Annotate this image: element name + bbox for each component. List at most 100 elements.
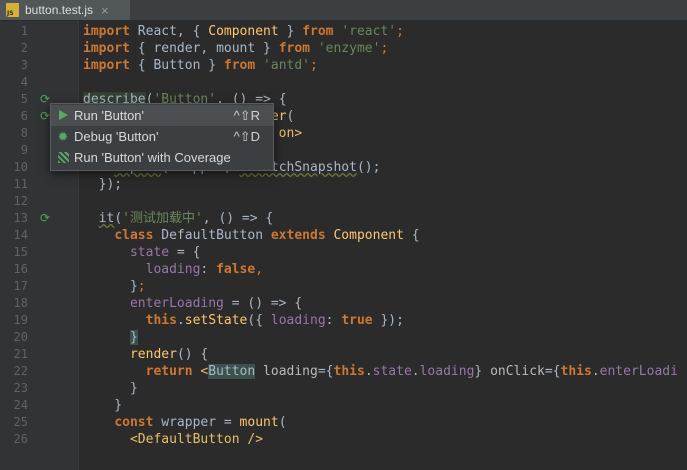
code-line[interactable]: 2 import { render, mount } from 'enzyme'; xyxy=(0,40,687,57)
code-token: it xyxy=(98,211,115,226)
menu-item-label: Run 'Button' xyxy=(74,108,145,123)
code-token: ( xyxy=(286,109,295,124)
code-text: this.setState({ loading: true }); xyxy=(83,312,404,329)
close-icon[interactable]: × xyxy=(101,3,109,18)
code-line[interactable]: 26 <DefaultButton /> xyxy=(0,431,687,448)
code-line[interactable]: 19 this.setState({ loading: true }); xyxy=(0,312,687,329)
code-token: this xyxy=(333,364,365,379)
code-token: Component xyxy=(208,24,279,39)
code-token: } xyxy=(83,398,123,413)
code-token: ( xyxy=(114,211,123,226)
code-token: state xyxy=(129,245,170,260)
code-text: const wrapper = mount( xyxy=(83,414,287,431)
line-number: 11 xyxy=(13,177,28,191)
code-token: this xyxy=(145,313,177,328)
code-line[interactable]: 25 const wrapper = mount( xyxy=(0,414,687,431)
code-token: ={ xyxy=(317,364,334,379)
line-number: 24 xyxy=(13,398,28,412)
code-text: it('测试加载中', () => { xyxy=(83,210,274,227)
code-line[interactable]: 14 class DefaultButton extends Component… xyxy=(0,227,687,244)
code-text: import { render, mount } from 'enzyme'; xyxy=(83,40,388,57)
code-token: { xyxy=(129,58,154,73)
code-token: . xyxy=(411,364,420,379)
code-token: }); xyxy=(83,177,123,192)
code-token: from xyxy=(223,58,256,73)
code-token: enterLoading xyxy=(129,296,224,311)
js-file-icon xyxy=(6,3,19,17)
line-number: 10 xyxy=(13,160,28,174)
debug-button-menu-item[interactable]: ✹ Debug 'Button' ^⇧D xyxy=(51,126,273,147)
run-test-gutter-icon[interactable]: ⟳ xyxy=(40,91,50,108)
line-number: 18 xyxy=(13,296,28,310)
code-line[interactable]: 4 xyxy=(0,74,687,91)
line-number: 12 xyxy=(13,194,28,208)
code-line[interactable]: 12 xyxy=(0,193,687,210)
code-token: { xyxy=(403,228,420,243)
code-line[interactable]: 1 import React, { Component } from 'react… xyxy=(0,23,687,40)
code-token: ; xyxy=(137,279,146,294)
code-editor[interactable]: 1 import React, { Component } from 'react… xyxy=(0,21,687,470)
line-number: 13 xyxy=(13,211,28,225)
line-number: 9 xyxy=(20,143,28,157)
line-number: 23 xyxy=(13,381,28,395)
code-text: render() { xyxy=(83,346,208,363)
code-text: <DefaultButton /> xyxy=(83,431,263,448)
code-token: extends xyxy=(270,228,326,243)
code-text: } xyxy=(83,397,122,414)
run-test-gutter-icon[interactable]: ⟳ xyxy=(40,108,50,125)
code-text: state = { xyxy=(83,244,200,261)
code-token: wrapper = xyxy=(153,415,240,430)
code-text: } xyxy=(83,380,138,397)
line-number: 2 xyxy=(20,41,28,55)
run-button-menu-item[interactable]: Run 'Button' ^⇧R xyxy=(51,105,273,126)
code-text: }; xyxy=(83,278,146,295)
run-test-gutter-icon[interactable]: ⟳ xyxy=(40,210,50,227)
code-token: ; xyxy=(310,58,318,73)
code-line[interactable]: 11 }); xyxy=(0,176,687,193)
line-number: 20 xyxy=(13,330,28,344)
code-line[interactable]: 15 state = { xyxy=(0,244,687,261)
code-token: loading xyxy=(270,313,326,328)
code-token: 'react' xyxy=(341,24,397,39)
code-line[interactable]: 24 } xyxy=(0,397,687,414)
code-line[interactable]: 20 } xyxy=(0,329,687,346)
code-token: from xyxy=(302,24,334,39)
code-text: enterLoading = () => { xyxy=(83,295,302,312)
code-token: , xyxy=(200,41,217,56)
code-token: render xyxy=(153,41,201,56)
code-token: ={ xyxy=(544,364,561,379)
menu-item-shortcut: ^⇧R xyxy=(233,108,260,123)
code-token: = () => { xyxy=(223,296,303,311)
code-line[interactable]: 13 ⟳ it('测试加载中', () => { xyxy=(0,210,687,227)
code-token: }); xyxy=(372,313,404,328)
code-line[interactable]: 3 import { Button } from 'antd'; xyxy=(0,57,687,74)
code-text: import React, { Component } from 'react'… xyxy=(83,23,404,40)
code-line[interactable]: 23 } xyxy=(0,380,687,397)
code-text: import { Button } from 'antd'; xyxy=(83,57,318,74)
code-token: ( xyxy=(278,415,287,430)
code-token: . xyxy=(364,364,373,379)
code-line[interactable]: 18 enterLoading = () => { xyxy=(0,295,687,312)
code-line[interactable]: 17 }; xyxy=(0,278,687,295)
code-line[interactable]: 21 render() { xyxy=(0,346,687,363)
code-token: '测试加载中' xyxy=(122,211,203,226)
code-token: import xyxy=(83,24,130,39)
code-token: } xyxy=(278,24,303,39)
run-icon xyxy=(55,105,71,126)
run-with-coverage-menu-item[interactable]: Run 'Button' with Coverage xyxy=(51,147,273,168)
code-line[interactable]: 16 loading: false, xyxy=(0,261,687,278)
code-token: ({ xyxy=(247,313,271,328)
line-number: 8 xyxy=(20,126,28,140)
code-token: ; xyxy=(380,41,389,56)
code-token: loading xyxy=(263,364,318,379)
code-token: from xyxy=(278,41,311,56)
menu-item-label: Run 'Button' with Coverage xyxy=(74,150,231,165)
code-line[interactable]: 22 return <Button loading={this.state.lo… xyxy=(0,363,687,380)
tab-button-test-js[interactable]: button.test.js × xyxy=(0,0,130,20)
